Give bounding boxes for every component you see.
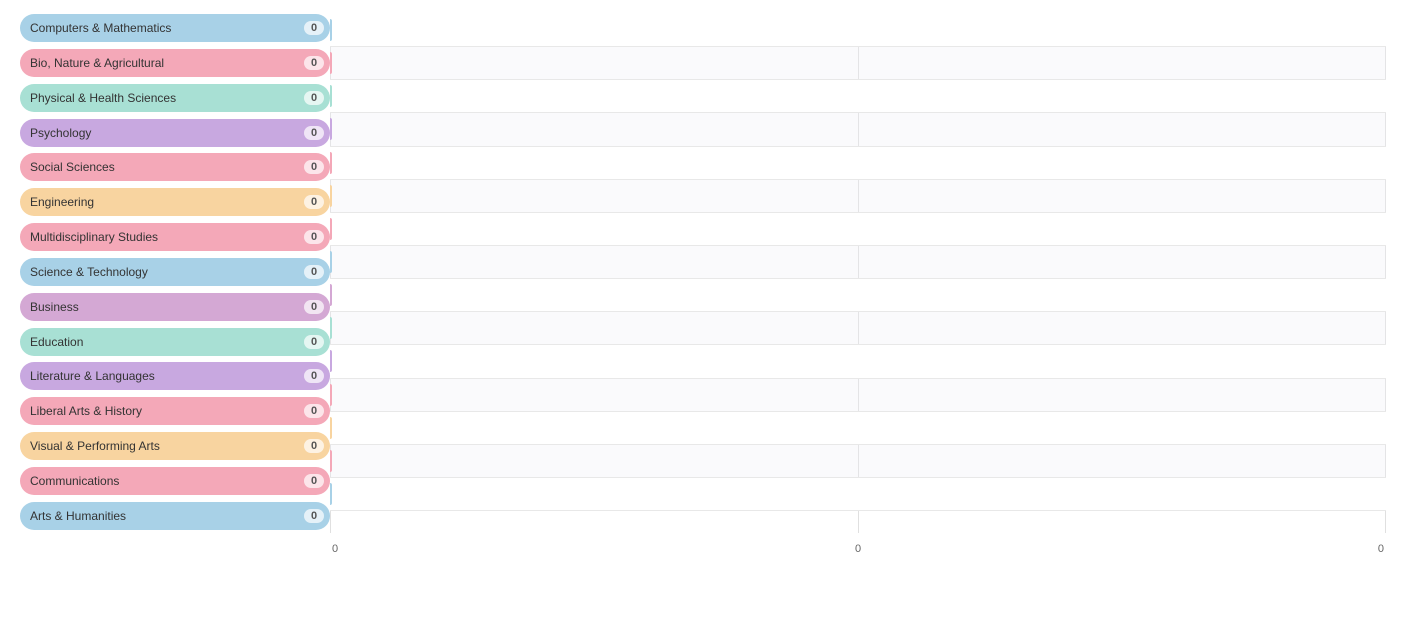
bar-fill [330,384,332,406]
bar-fill [330,483,332,505]
label-badge: 0 [304,91,324,105]
bar-fill [330,317,332,339]
label-text: Visual & Performing Arts [30,439,300,453]
bar-fill [330,450,332,472]
bar-row [330,113,1386,146]
label-pill: Arts & Humanities 0 [20,502,330,530]
label-text: Business [30,300,300,314]
label-badge: 0 [304,439,324,453]
bar-fill [330,284,332,306]
bar-row [330,47,1386,80]
label-pill: Business 0 [20,293,330,321]
label-pill: Liberal Arts & History 0 [20,397,330,425]
label-pill: Psychology 0 [20,119,330,147]
x-axis-label: 0 [855,543,861,555]
label-badge: 0 [304,195,324,209]
x-axis-label: 0 [332,543,338,555]
label-text: Education [30,335,300,349]
label-pill: Education 0 [20,328,330,356]
bar-row [330,80,1386,113]
label-badge: 0 [304,160,324,174]
bar-fill [330,118,332,140]
label-badge: 0 [304,126,324,140]
label-text: Communications [30,474,300,488]
bar-row [330,379,1386,412]
label-pill: Physical & Health Sciences 0 [20,84,330,112]
label-pill: Bio, Nature & Agricultural 0 [20,49,330,77]
bar-row [330,213,1386,246]
bar-fill [330,185,332,207]
label-text: Physical & Health Sciences [30,91,300,105]
label-pill: Science & Technology 0 [20,258,330,286]
bar-fill [330,85,332,107]
bar-fill [330,19,332,41]
bar-area: 0 0 0 [330,14,1386,555]
bar-row [330,279,1386,312]
bar-row [330,180,1386,213]
label-badge: 0 [304,300,324,314]
bar-fill [330,218,332,240]
label-text: Arts & Humanities [30,509,300,523]
label-badge: 0 [304,369,324,383]
label-pill: Engineering 0 [20,188,330,216]
label-text: Science & Technology [30,265,300,279]
label-pill: Multidisciplinary Studies 0 [20,223,330,251]
bar-fill [330,52,332,74]
bar-row [330,412,1386,445]
label-badge: 0 [304,230,324,244]
y-axis-labels: Computers & Mathematics0Bio, Nature & Ag… [20,14,330,555]
label-badge: 0 [304,335,324,349]
label-text: Multidisciplinary Studies [30,230,300,244]
label-pill: Communications 0 [20,467,330,495]
bar-fill [330,417,332,439]
bar-row [330,246,1386,279]
bar-row [330,345,1386,378]
label-badge: 0 [304,474,324,488]
label-text: Psychology [30,126,300,140]
label-pill: Literature & Languages 0 [20,362,330,390]
label-badge: 0 [304,21,324,35]
bar-fill [330,350,332,372]
label-text: Liberal Arts & History [30,404,300,418]
label-text: Bio, Nature & Agricultural [30,56,300,70]
label-badge: 0 [304,265,324,279]
bar-row [330,478,1386,511]
bar-row [330,147,1386,180]
label-pill: Social Sciences 0 [20,153,330,181]
label-badge: 0 [304,56,324,70]
label-pill: Computers & Mathematics 0 [20,14,330,42]
x-axis-labels: 0 0 0 [330,543,1386,555]
chart-container: Computers & Mathematics0Bio, Nature & Ag… [0,0,1406,631]
bar-row [330,312,1386,345]
bar-row [330,14,1386,47]
label-pill: Visual & Performing Arts 0 [20,432,330,460]
label-text: Computers & Mathematics [30,21,300,35]
bar-row [330,445,1386,478]
label-text: Social Sciences [30,160,300,174]
label-text: Literature & Languages [30,369,300,383]
label-text: Engineering [30,195,300,209]
label-badge: 0 [304,509,324,523]
chart-area: Computers & Mathematics0Bio, Nature & Ag… [20,14,1386,555]
x-axis-label: 0 [1378,543,1384,555]
bar-fill [330,251,332,273]
label-badge: 0 [304,404,324,418]
bar-fill [330,152,332,174]
